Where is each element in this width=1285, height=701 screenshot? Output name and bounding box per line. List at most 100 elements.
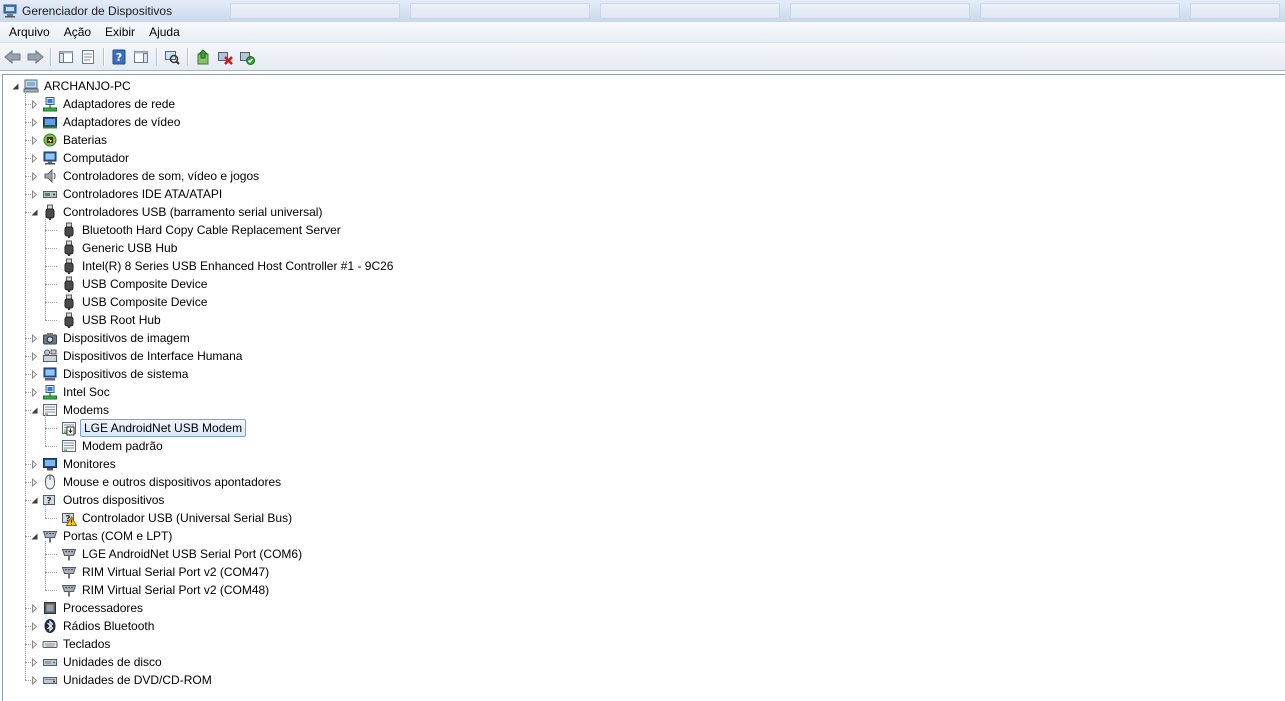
expand-arrow-icon[interactable]	[30, 477, 39, 487]
tree-category-radios-bluetooth[interactable]: Rádios Bluetooth	[30, 617, 156, 635]
tree-device-generic-usb-hub[interactable]: Generic USB Hub	[49, 239, 179, 257]
usb-icon	[61, 294, 77, 310]
expand-arrow-icon[interactable]	[30, 153, 39, 163]
collapse-arrow-icon[interactable]	[30, 532, 39, 541]
dvd-drive-icon	[42, 672, 58, 688]
tree-item-label: Rádios Bluetooth	[63, 619, 155, 633]
action-pane-button[interactable]	[130, 46, 152, 68]
tree-item-label: ARCHANJO-PC	[44, 79, 131, 93]
back-arrow-icon	[4, 49, 21, 65]
device-tree[interactable]: ARCHANJO-PC Adaptadores de rede Adaptadore…	[2, 74, 1285, 701]
tree-category-monitores[interactable]: Monitores	[30, 455, 118, 473]
menu-ajuda[interactable]: Ajuda	[142, 23, 187, 42]
tree-category-controladores-ide-ata-atapi[interactable]: Controladores IDE ATA/ATAPI	[30, 185, 224, 203]
tree-device-usb-composite-device[interactable]: USB Composite Device	[49, 275, 209, 293]
mouse-icon	[42, 474, 58, 490]
toolbar-separator	[103, 48, 104, 66]
tree-category-controladores-usb-barramento-serial-universal[interactable]: Controladores USB (barramento serial uni…	[30, 203, 324, 221]
tree-connector-line	[45, 320, 57, 321]
menu-acao[interactable]: Ação	[57, 23, 98, 42]
tree-category-adaptadores-de-video[interactable]: Adaptadores de vídeo	[30, 113, 182, 131]
expand-arrow-icon[interactable]	[30, 171, 39, 181]
forward-button[interactable]	[24, 46, 46, 68]
background-tab	[600, 3, 780, 19]
tree-category-teclados[interactable]: Teclados	[30, 635, 112, 653]
tree-category-dispositivos-de-imagem[interactable]: Dispositivos de imagem	[30, 329, 192, 347]
collapse-arrow-icon[interactable]	[11, 82, 20, 91]
tree-category-portas-com-e-lpt[interactable]: Portas (COM e LPT)	[30, 527, 174, 545]
tree-device-rim-virtual-serial-port-v2-com48[interactable]: RIM Virtual Serial Port v2 (COM48)	[49, 581, 271, 599]
tree-category-dispositivos-de-interface-humana[interactable]: Dispositivos de Interface Humana	[30, 347, 244, 365]
uninstall-button[interactable]	[214, 46, 236, 68]
tree-device-rim-virtual-serial-port-v2-com47[interactable]: RIM Virtual Serial Port v2 (COM47)	[49, 563, 271, 581]
expand-arrow-icon[interactable]	[30, 135, 39, 145]
tree-category-unidades-de-disco[interactable]: Unidades de disco	[30, 653, 164, 671]
expand-arrow-icon[interactable]	[30, 657, 39, 667]
tree-category-controladores-de-som-video-e-jogos[interactable]: Controladores de som, vídeo e jogos	[30, 167, 261, 185]
show-hide-console-tree-button[interactable]	[55, 46, 77, 68]
menu-arquivo[interactable]: Arquivo	[2, 23, 57, 42]
help-button[interactable]: ?	[108, 46, 130, 68]
expand-arrow-icon[interactable]	[30, 621, 39, 631]
expand-arrow-icon[interactable]	[30, 387, 39, 397]
tree-device-usb-composite-device[interactable]: USB Composite Device	[49, 293, 209, 311]
tree-device-lge-androidnet-usb-modem[interactable]: LGE AndroidNet USB Modem	[49, 419, 247, 437]
tree-category-intel-soc[interactable]: Intel Soc	[30, 383, 112, 401]
collapse-arrow-icon[interactable]	[30, 406, 39, 415]
tree-item-label: Adaptadores de rede	[63, 97, 176, 111]
forward-arrow-icon	[27, 49, 44, 65]
tree-category-unidades-de-dvd-cd-rom[interactable]: Unidades de DVD/CD-ROM	[30, 671, 214, 689]
expand-arrow-icon[interactable]	[30, 333, 39, 343]
update-driver-button[interactable]	[192, 46, 214, 68]
tree-category-modems[interactable]: Modems	[30, 401, 111, 419]
tree-item-label: LGE AndroidNet USB Serial Port (COM6)	[82, 547, 303, 561]
expand-arrow-icon[interactable]	[30, 99, 39, 109]
expand-arrow-icon[interactable]	[30, 639, 39, 649]
enable-device-button[interactable]	[236, 46, 258, 68]
tree-connector-line	[25, 91, 26, 680]
tree-item-label: RIM Virtual Serial Port v2 (COM47)	[82, 565, 270, 579]
expand-arrow-icon[interactable]	[30, 459, 39, 469]
back-button[interactable]	[2, 46, 24, 68]
expand-arrow-icon[interactable]	[30, 117, 39, 127]
tree-category-mouse-e-outros-dispositivos-apontadores[interactable]: Mouse e outros dispositivos apontadores	[30, 473, 283, 491]
tree-device-lge-androidnet-usb-serial-port-com6[interactable]: LGE AndroidNet USB Serial Port (COM6)	[49, 545, 304, 563]
expand-arrow-icon[interactable]	[30, 369, 39, 379]
expand-arrow-icon[interactable]	[30, 189, 39, 199]
enable-device-icon	[240, 52, 255, 65]
tree-category-baterias[interactable]: Baterias	[30, 131, 109, 149]
tree-category-outros-dispositivos[interactable]: ? Outros dispositivos	[30, 491, 166, 509]
tree-device-controlador-usb-universal-serial-bus[interactable]: ? Controlador USB (Universal Serial Bus)	[49, 509, 294, 527]
scan-hardware-button[interactable]	[161, 46, 183, 68]
expand-arrow-icon[interactable]	[30, 675, 39, 685]
collapse-arrow-icon[interactable]	[30, 208, 39, 217]
usb-icon	[61, 240, 77, 256]
tree-item-label: Controladores IDE ATA/ATAPI	[63, 187, 223, 201]
tree-item-label: Processadores	[63, 601, 144, 615]
usb-icon	[61, 312, 77, 328]
tree-category-computador[interactable]: Computador	[30, 149, 131, 167]
properties-button[interactable]	[77, 46, 99, 68]
expand-arrow-icon[interactable]	[30, 603, 39, 613]
tree-connector-line	[45, 266, 57, 267]
collapse-arrow-icon[interactable]	[30, 496, 39, 505]
menu-bar: Arquivo Ação Exibir Ajuda	[0, 22, 1285, 43]
tree-category-processadores[interactable]: Processadores	[30, 599, 145, 617]
tree-connector-line	[45, 217, 46, 320]
tree-device-intel-r-8-series-usb-enhanced-host-controller-1-9c26[interactable]: Intel(R) 8 Series USB Enhanced Host Cont…	[49, 257, 395, 275]
hid-icon	[42, 348, 58, 364]
tree-item-label: RIM Virtual Serial Port v2 (COM48)	[82, 583, 270, 597]
tree-connector-line	[45, 248, 57, 249]
expand-arrow-icon[interactable]	[30, 351, 39, 361]
tree-connector-line	[45, 428, 57, 429]
tree-root-computer[interactable]: ARCHANJO-PC	[11, 77, 133, 95]
tree-device-usb-root-hub[interactable]: USB Root Hub	[49, 311, 163, 329]
tree-item-label: Controlador USB (Universal Serial Bus)	[82, 511, 293, 525]
tree-connector-line	[45, 446, 57, 447]
tree-category-dispositivos-de-sistema[interactable]: Dispositivos de sistema	[30, 365, 190, 383]
tree-device-modem-padrao[interactable]: Modem padrão	[49, 437, 165, 455]
menu-exibir[interactable]: Exibir	[98, 23, 142, 42]
tree-device-bluetooth-hard-copy-cable-replacement-server[interactable]: Bluetooth Hard Copy Cable Replacement Se…	[49, 221, 343, 239]
tree-category-adaptadores-de-rede[interactable]: Adaptadores de rede	[30, 95, 177, 113]
warning-unknown-device-icon: ?	[61, 510, 77, 526]
